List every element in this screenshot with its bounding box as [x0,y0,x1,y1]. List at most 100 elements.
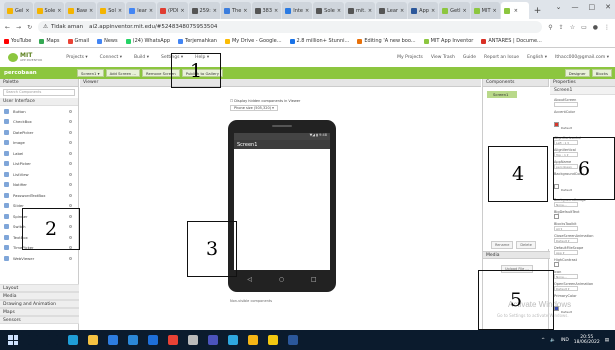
property-value[interactable]: None... [554,202,578,207]
maximize-icon[interactable]: □ [589,3,596,11]
search-icon[interactable] [28,335,38,345]
help-icon[interactable] [69,204,72,208]
bookmark-item[interactable]: YouTube [4,38,31,44]
browser-tab[interactable]: Sole × [33,2,65,19]
bookmark-item[interactable]: Gmail [67,38,89,44]
notification-icon[interactable]: ▤ [605,338,609,343]
palette-category[interactable]: Media [0,292,79,300]
bookmark-item[interactable]: My Drive - Google... [224,38,282,44]
tab-close-icon[interactable]: × [243,8,247,14]
bookmark-item[interactable]: ANTARES | Docume... [481,38,542,44]
help-icon[interactable] [69,172,72,176]
palette-item[interactable]: Label [0,148,78,159]
palette-item[interactable]: Image [0,138,78,149]
help-icon[interactable] [69,151,72,155]
photos-icon[interactable] [228,335,238,345]
share-icon[interactable]: ⇪ [559,24,564,31]
browser-tab[interactable]: lear × [126,2,157,19]
browser-tab[interactable]: × [500,2,529,19]
palette-category[interactable]: Maps [0,308,79,316]
property-value[interactable]: Default ▾ [554,238,578,243]
tab-close-icon[interactable]: × [180,8,184,14]
tab-close-icon[interactable]: × [89,8,93,14]
property-value[interactable]: Default ▾ [554,286,578,291]
palette-search-input[interactable]: Search Components [3,89,75,96]
view-toggle-button[interactable]: Blocks [591,69,612,77]
teams-icon[interactable] [208,335,218,345]
language-indicator[interactable]: IND [561,338,569,343]
property-value[interactable] [554,102,578,107]
property-color[interactable]: Default [550,114,615,133]
tab-close-icon[interactable]: × [57,8,61,14]
profile-icon[interactable]: ● [593,24,598,31]
menu-item[interactable]: Build ▾ [134,55,149,60]
browser-tab[interactable]: (PDI × [157,2,188,19]
windows-start-icon[interactable] [8,335,18,345]
tray-overflow-icon[interactable]: ^ [541,338,545,343]
palette-item[interactable]: DatePicker [0,127,78,138]
tab-close-icon[interactable]: × [514,8,518,14]
tab-close-icon[interactable]: × [337,8,341,14]
tab-close-icon[interactable]: × [213,8,217,14]
tab-search-icon[interactable]: ▭ [581,24,587,31]
tab-close-icon[interactable]: × [274,8,278,14]
browser-tab[interactable]: Lear × [376,2,408,19]
calendar-icon[interactable] [148,335,158,345]
volume-icon[interactable]: 🔈 [550,338,556,343]
tab-close-icon[interactable]: × [118,8,122,14]
help-icon[interactable] [69,162,72,166]
rename-button[interactable]: Rename [491,241,514,249]
browser-tab[interactable]: Gel × [4,2,33,19]
browser-tab[interactable]: Inte × [282,2,313,19]
minimize-icon[interactable]: — [572,3,579,11]
palette-category[interactable]: Layout [0,284,79,292]
property-checkbox[interactable] [554,214,559,219]
zoom-icon[interactable]: ⚲ [548,24,552,31]
help-icon[interactable] [69,183,72,187]
help-icon[interactable] [69,120,72,124]
explorer-icon[interactable] [88,335,98,345]
back-icon[interactable]: ← [5,24,10,31]
bookmark-item[interactable]: (24) WhatsApp [125,38,170,44]
browser-tab[interactable]: Sole × [313,2,345,19]
delete-button[interactable]: Delete [516,241,536,249]
toolbar-button[interactable]: Add Screen ... [105,69,141,77]
palette-item[interactable]: Notifier [0,180,78,191]
palette-item[interactable]: PasswordTextBox [0,190,78,201]
palette-item[interactable]: CheckBox [0,117,78,128]
toolbar-button[interactable]: Screen1 ▾ [77,69,104,77]
tab-list-icon[interactable]: ⌄ [556,3,562,11]
help-icon[interactable] [69,193,72,197]
help-icon[interactable] [69,109,72,113]
palette-item[interactable]: Button [0,106,78,117]
edge-icon[interactable] [68,335,78,345]
chrome-icon[interactable] [168,335,178,345]
browser-tab[interactable]: Sol × [97,2,126,19]
palette-category[interactable]: Sensors [0,316,79,324]
palette-item[interactable]: WebViewer [0,253,78,264]
help-icon[interactable] [69,256,72,260]
property-value[interactable]: All ▾ [554,226,578,231]
settings-icon[interactable] [188,335,198,345]
clock[interactable]: 20:55 18/06/2022 [574,335,600,345]
header-link[interactable]: View Trash [431,55,455,60]
header-link[interactable]: English ▾ [527,55,547,60]
bookmark-item[interactable]: Editing 'A new boo... [357,38,416,44]
tab-close-icon[interactable]: × [462,8,466,14]
palette-category[interactable]: Drawing and Animation [0,300,79,308]
header-link[interactable]: Ithacc000@gmail.com ▾ [555,55,609,60]
bookmark-item[interactable]: Terjemahkan [178,38,217,44]
file-icon[interactable] [268,335,278,345]
mail-icon[interactable] [128,335,138,345]
component-screen1[interactable]: Screen1 [487,91,517,98]
palette-item[interactable]: ListPicker [0,159,78,170]
reload-icon[interactable]: ↻ [27,24,32,31]
property-checkbox[interactable] [554,262,559,267]
bookmark-item[interactable]: Maps [39,38,60,44]
property-value[interactable]: App ▾ [554,250,578,255]
browser-tab[interactable]: The × [220,2,251,19]
menu-item[interactable]: Connect ▾ [100,55,122,60]
browser-tab[interactable]: Baw × [65,2,97,19]
new-tab-button[interactable]: + [530,2,546,19]
browser-tab[interactable]: Getl × [439,2,470,19]
